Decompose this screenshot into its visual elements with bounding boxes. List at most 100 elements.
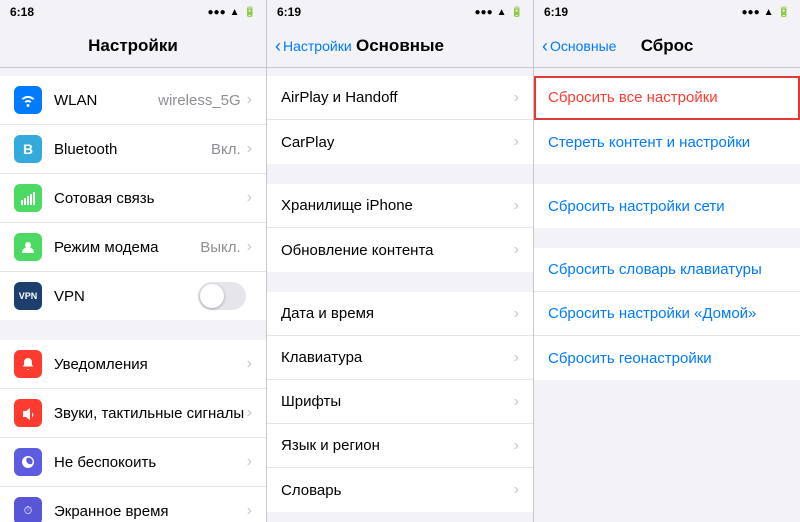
section-notifications: Уведомления › Звуки, тактильные сигналы … (0, 340, 266, 522)
airplay-label: AirPlay и Handoff (281, 89, 514, 106)
datetime-chevron: › (514, 305, 519, 323)
row-language[interactable]: Язык и регион › (267, 424, 533, 468)
row-bluetooth[interactable]: B Bluetooth Вкл. › (0, 125, 266, 174)
row-reset-geo[interactable]: Сбросить геонастройки (534, 336, 800, 380)
wifi-icon: ▲ (230, 7, 240, 18)
bluetooth-value: Вкл. (211, 141, 241, 158)
row-vpn[interactable]: VPN VPN (0, 272, 266, 320)
row-fonts[interactable]: Шрифты › (267, 380, 533, 424)
row-dnd[interactable]: Не беспокоить › (0, 438, 266, 487)
section-reset-network: Сбросить настройки сети (534, 184, 800, 228)
reset-all-label: Сбросить все настройки (548, 89, 786, 106)
row-reset-keyboard[interactable]: Сбросить словарь клавиатуры (534, 248, 800, 292)
sounds-label: Звуки, тактильные сигналы (54, 405, 247, 422)
wifi-icon-2: ▲ (497, 7, 507, 18)
spacer-r1 (534, 164, 800, 174)
reset-content[interactable]: Сбросить все настройки Стереть контент и… (534, 68, 800, 522)
general-content[interactable]: AirPlay и Handoff › CarPlay › Хранилище … (267, 68, 533, 522)
bluetooth-label: Bluetooth (54, 141, 211, 158)
status-icons-2: ●●● ▲ 🔋 (475, 7, 523, 18)
row-datetime[interactable]: Дата и время › (267, 292, 533, 336)
row-iphone-storage[interactable]: Хранилище iPhone › (267, 184, 533, 228)
back-label-3: Основные (550, 38, 616, 54)
signal-icon: ●●● (208, 7, 226, 18)
back-arrow-3: ‹ (542, 37, 548, 55)
wlan-icon (14, 86, 42, 114)
row-cellular[interactable]: Сотовая связь › (0, 174, 266, 223)
keyboard-label: Клавиатура (281, 349, 514, 366)
row-erase[interactable]: Стереть контент и настройки (534, 120, 800, 164)
nav-title-2: Основные (356, 36, 444, 56)
erase-label: Стереть контент и настройки (548, 134, 786, 151)
settings-content[interactable]: WLAN wireless_5G › B Bluetooth Вкл. › Со… (0, 68, 266, 522)
iphone-storage-chevron: › (514, 197, 519, 215)
vpn-toggle[interactable] (198, 282, 246, 310)
dictionary-label: Словарь (281, 482, 514, 499)
row-carplay[interactable]: CarPlay › (267, 120, 533, 164)
time-2: 6:19 (277, 5, 301, 19)
row-reset-network[interactable]: Сбросить настройки сети (534, 184, 800, 228)
notifications-label: Уведомления (54, 356, 247, 373)
nav-back-3[interactable]: ‹ Основные (542, 37, 616, 55)
bg-refresh-chevron: › (514, 241, 519, 259)
carplay-label: CarPlay (281, 134, 514, 151)
nav-bar-2: ‹ Настройки Основные (267, 24, 533, 68)
carplay-chevron: › (514, 133, 519, 151)
section-connectivity: WLAN wireless_5G › B Bluetooth Вкл. › Со… (0, 76, 266, 320)
row-modem[interactable]: Режим модема Выкл. › (0, 223, 266, 272)
fonts-chevron: › (514, 393, 519, 411)
notifications-chevron: › (247, 355, 252, 373)
iphone-storage-label: Хранилище iPhone (281, 197, 514, 214)
row-keyboard[interactable]: Клавиатура › (267, 336, 533, 380)
dictionary-chevron: › (514, 481, 519, 499)
status-icons-1: ●●● ▲ 🔋 (208, 7, 256, 18)
dnd-label: Не беспокоить (54, 454, 247, 471)
row-reset-home[interactable]: Сбросить настройки «Домой» (534, 292, 800, 336)
reset-geo-label: Сбросить геонастройки (548, 350, 786, 367)
row-bg-refresh[interactable]: Обновление контента › (267, 228, 533, 272)
spacer-r2 (534, 228, 800, 238)
nav-bar-1: Настройки (0, 24, 266, 68)
airplay-chevron: › (514, 89, 519, 107)
panel-reset: 6:19 ●●● ▲ 🔋 ‹ Основные Сброс Сбросить в… (534, 0, 800, 522)
bg-refresh-label: Обновление контента (281, 242, 514, 259)
nav-back-2[interactable]: ‹ Настройки (275, 37, 352, 55)
battery-icon-2: 🔋 (511, 7, 523, 18)
notifications-icon (14, 350, 42, 378)
section-reset-more: Сбросить словарь клавиатуры Сбросить нас… (534, 248, 800, 380)
row-reset-all[interactable]: Сбросить все настройки (534, 76, 800, 120)
wlan-value: wireless_5G (158, 92, 241, 109)
datetime-label: Дата и время (281, 305, 514, 322)
battery-icon-3: 🔋 (778, 7, 790, 18)
row-dictionary[interactable]: Словарь › (267, 468, 533, 512)
bluetooth-chevron: › (247, 140, 252, 158)
modem-value: Выкл. (200, 239, 240, 256)
section-airplay: AirPlay и Handoff › CarPlay › (267, 76, 533, 164)
status-bar-3: 6:19 ●●● ▲ 🔋 (534, 0, 800, 24)
row-screen-time[interactable]: ⏱ Экранное время › (0, 487, 266, 522)
screen-time-label: Экранное время (54, 503, 247, 520)
row-notifications[interactable]: Уведомления › (0, 340, 266, 389)
spacer-g1 (267, 164, 533, 174)
status-bar-1: 6:18 ●●● ▲ 🔋 (0, 0, 266, 24)
wlan-chevron: › (247, 91, 252, 109)
vpn-label: VPN (54, 288, 198, 305)
dnd-chevron: › (247, 453, 252, 471)
keyboard-chevron: › (514, 349, 519, 367)
row-airplay[interactable]: AirPlay и Handoff › (267, 76, 533, 120)
reset-home-label: Сбросить настройки «Домой» (548, 305, 786, 322)
nav-bar-3: ‹ Основные Сброс (534, 24, 800, 68)
vpn-icon: VPN (14, 282, 42, 310)
signal-icon-3: ●●● (742, 7, 760, 18)
section-datetime: Дата и время › Клавиатура › Шрифты › Язы… (267, 292, 533, 512)
language-chevron: › (514, 437, 519, 455)
fonts-label: Шрифты (281, 393, 514, 410)
status-icons-3: ●●● ▲ 🔋 (742, 7, 790, 18)
wifi-icon-3: ▲ (764, 7, 774, 18)
row-sounds[interactable]: Звуки, тактильные сигналы › (0, 389, 266, 438)
status-bar-2: 6:19 ●●● ▲ 🔋 (267, 0, 533, 24)
section-storage: Хранилище iPhone › Обновление контента › (267, 184, 533, 272)
sounds-icon (14, 399, 42, 427)
row-wlan[interactable]: WLAN wireless_5G › (0, 76, 266, 125)
modem-label: Режим модема (54, 239, 200, 256)
